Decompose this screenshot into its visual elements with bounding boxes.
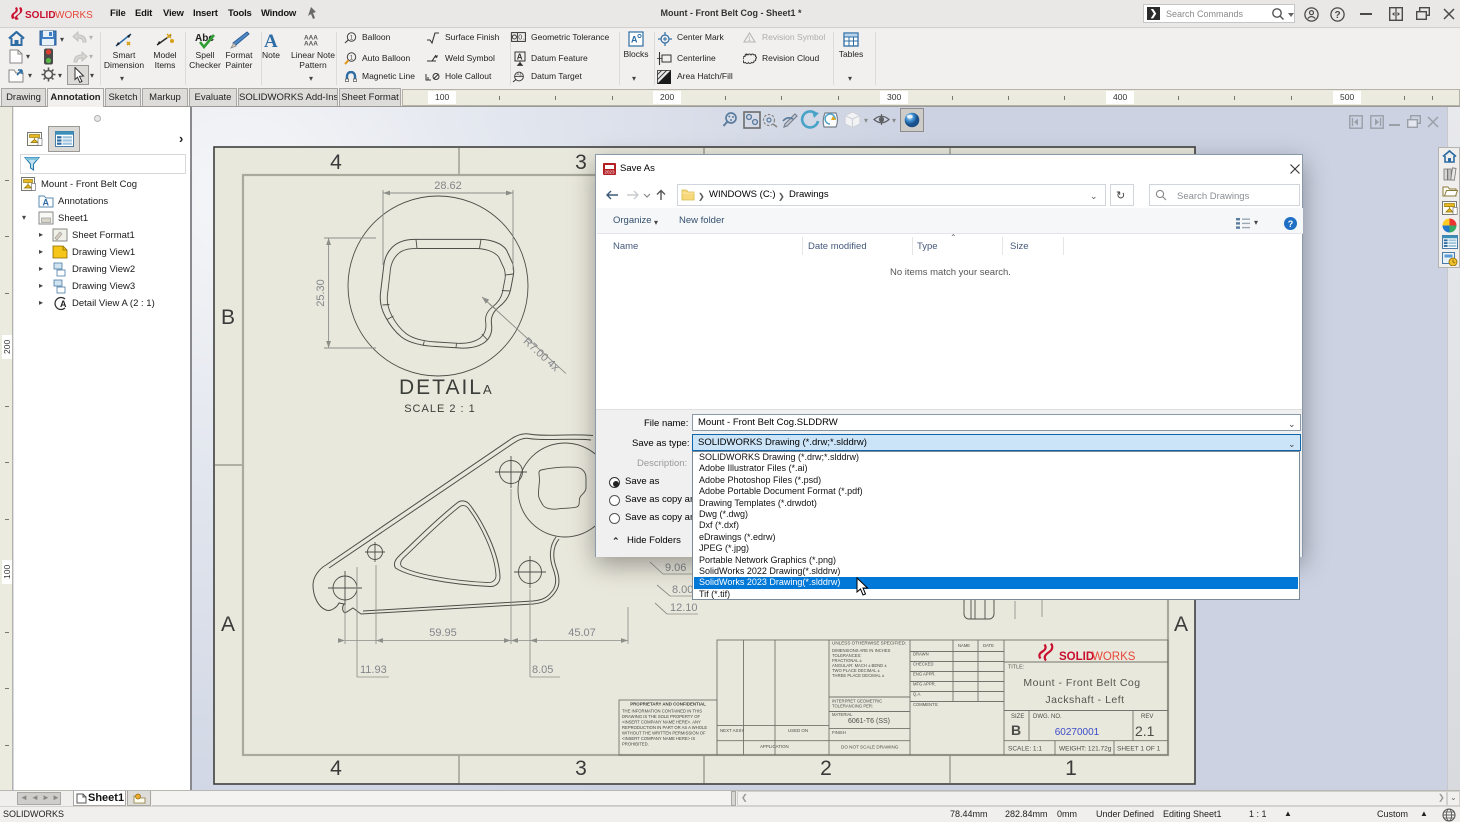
svg-text:11.93: 11.93	[360, 664, 387, 676]
svg-text:FINISH: FINISH	[832, 730, 846, 735]
svg-text:SOLID: SOLID	[25, 10, 56, 21]
svg-text:DO NOT SCALE DRAWING: DO NOT SCALE DRAWING	[841, 745, 899, 750]
svg-text:?: ?	[1288, 219, 1294, 229]
svg-text:A: A	[1174, 613, 1188, 636]
svg-text:A: A	[43, 198, 50, 208]
svg-text:PROHIBITED.: PROHIBITED.	[622, 742, 649, 747]
svg-text:B: B	[221, 306, 235, 329]
svg-text:A: A	[483, 382, 492, 397]
svg-text:4: 4	[330, 757, 342, 780]
svg-text:WORKS: WORKS	[55, 10, 93, 21]
svg-text:8.00: 8.00	[672, 584, 693, 596]
svg-text:A: A	[221, 613, 235, 636]
svg-text:A1: A1	[517, 72, 523, 77]
svg-text:THREE PLACE DECIMAL ±: THREE PLACE DECIMAL ±	[832, 673, 885, 678]
svg-text:8.05: 8.05	[532, 664, 553, 676]
svg-text:WORKS: WORKS	[1092, 651, 1136, 663]
svg-text:DWG. NO.: DWG. NO.	[1033, 714, 1062, 720]
svg-text:WEIGHT: 121.72g: WEIGHT: 121.72g	[1059, 746, 1112, 753]
svg-text:SHEET 1 OF 1: SHEET 1 OF 1	[1117, 746, 1161, 753]
svg-text:AAA: AAA	[304, 41, 318, 46]
svg-text:4: 4	[330, 151, 342, 174]
svg-text:60270001: 60270001	[1055, 727, 1100, 738]
svg-text:SCALE: 1:1: SCALE: 1:1	[1008, 746, 1042, 753]
svg-text:NEXT ASSY: NEXT ASSY	[720, 728, 744, 733]
svg-text:Mount - Front Belt Cog: Mount - Front Belt Cog	[1023, 677, 1140, 689]
svg-text:59.95: 59.95	[429, 627, 457, 639]
svg-text:SIZE: SIZE	[1011, 714, 1024, 720]
svg-text:1: 1	[1065, 757, 1077, 780]
svg-text:TITLE:: TITLE:	[1008, 665, 1024, 671]
svg-text:Q.A.: Q.A.	[913, 692, 921, 697]
svg-text:3: 3	[575, 151, 587, 174]
svg-text:A: A	[631, 35, 638, 45]
svg-text:APPLICATION: APPLICATION	[760, 744, 789, 749]
svg-text:2: 2	[820, 757, 832, 780]
svg-text:TOLERANCING PER:: TOLERANCING PER:	[832, 704, 873, 709]
svg-text:MFG APPR.: MFG APPR.	[913, 682, 936, 687]
svg-text:COMMENTS:: COMMENTS:	[913, 702, 939, 707]
svg-text:DATE: DATE	[983, 643, 994, 648]
svg-text:SCALE 2 : 1: SCALE 2 : 1	[404, 403, 476, 415]
svg-text:<INSERT COMPANY NAME HERE> IS: <INSERT COMPANY NAME HERE> IS	[622, 736, 695, 741]
svg-text:<INSERT COMPANY NAME HERE>. A: <INSERT COMPANY NAME HERE>. ANY	[622, 720, 701, 725]
svg-text:3: 3	[575, 757, 587, 780]
svg-text:2.1: 2.1	[1135, 723, 1155, 739]
svg-text:0.1: 0.1	[518, 35, 526, 42]
svg-text:B: B	[1011, 722, 1021, 738]
svg-text:REPRODUCTION IN PART OR AS A W: REPRODUCTION IN PART OR AS A WHOLE	[622, 725, 707, 730]
svg-text:?: ?	[1334, 10, 1340, 21]
svg-text:12.10: 12.10	[670, 602, 698, 614]
svg-text:WITHOUT THE WRITTEN PERMISSION: WITHOUT THE WRITTEN PERMISSION OF	[622, 731, 706, 736]
svg-text:THE INFORMATION CONTAINED IN T: THE INFORMATION CONTAINED IN THIS	[622, 709, 702, 714]
svg-text:NAME: NAME	[958, 643, 970, 648]
svg-text:45.07: 45.07	[568, 627, 596, 639]
svg-text:A: A	[60, 299, 67, 309]
svg-text:2023: 2023	[604, 169, 615, 174]
svg-text:ENG APPR.: ENG APPR.	[913, 672, 936, 677]
svg-text:SOLID: SOLID	[1059, 651, 1094, 663]
svg-text:DRAWN: DRAWN	[913, 652, 929, 657]
svg-text:MATERIAL: MATERIAL	[832, 712, 853, 717]
svg-text:PROPRIETARY AND CONFIDENTIAL: PROPRIETARY AND CONFIDENTIAL	[630, 702, 706, 707]
svg-text:28.62: 28.62	[434, 180, 462, 192]
svg-text:USED ON: USED ON	[788, 728, 808, 733]
svg-text:25.30: 25.30	[315, 279, 327, 307]
svg-text:9.06: 9.06	[665, 562, 686, 574]
svg-text:REV: REV	[1141, 714, 1153, 720]
svg-text:DETAIL: DETAIL	[399, 376, 483, 399]
svg-text:6061-T6 (SS): 6061-T6 (SS)	[848, 718, 890, 725]
svg-text:UNLESS OTHERWISE SPECIFIED:: UNLESS OTHERWISE SPECIFIED:	[832, 641, 906, 646]
svg-text:CHECKED: CHECKED	[913, 662, 933, 667]
svg-text:Jackshaft - Left: Jackshaft - Left	[1045, 694, 1124, 706]
svg-text:DRAWING IS THE SOLE PROPERTY O: DRAWING IS THE SOLE PROPERTY OF	[622, 714, 700, 719]
svg-text:A: A	[517, 52, 523, 61]
